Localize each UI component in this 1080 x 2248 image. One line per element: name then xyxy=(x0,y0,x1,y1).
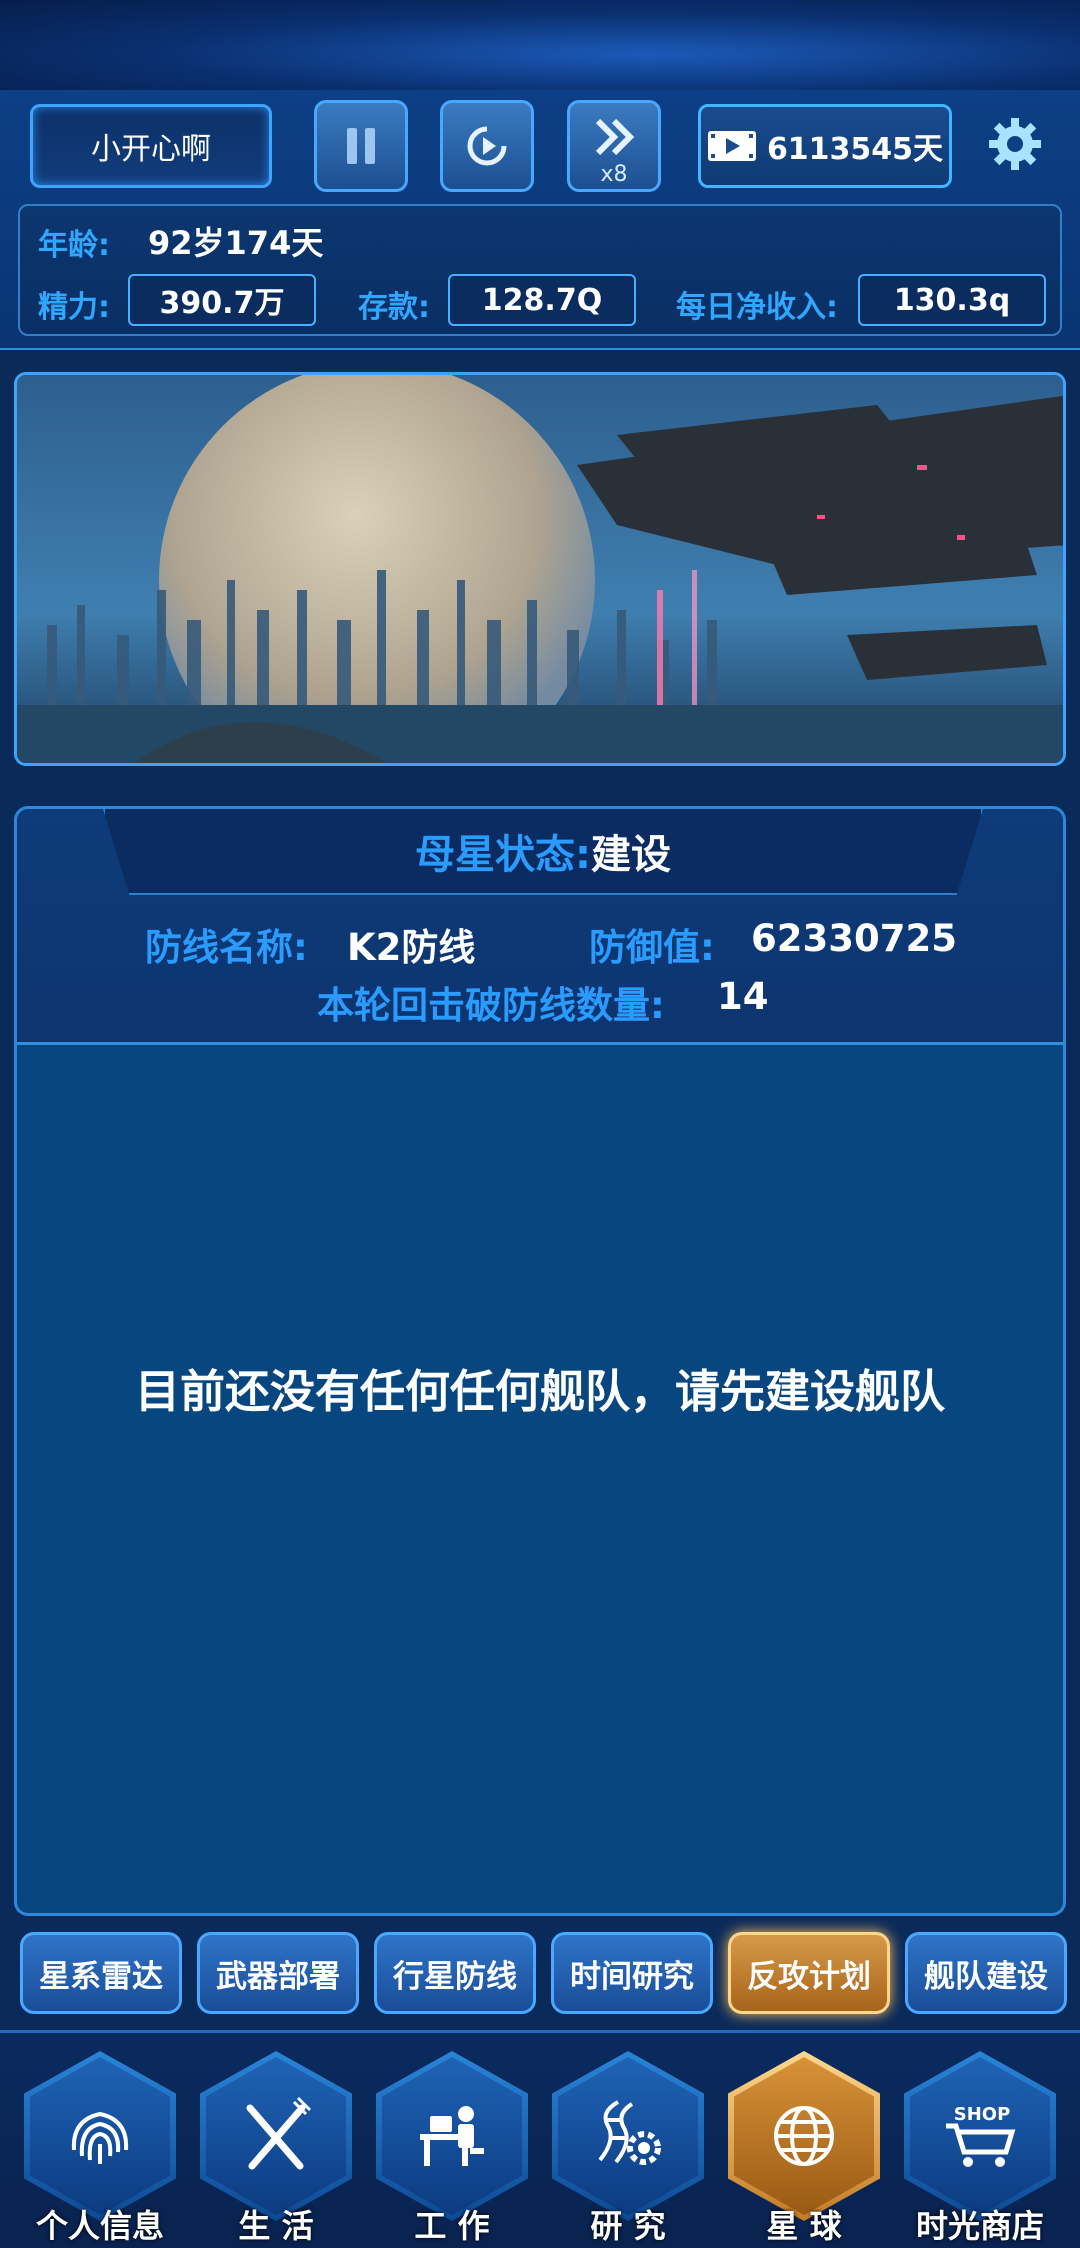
stats-panel: 年龄: 92岁174天 精力: 390.7万 存款: 128.7Q 每日净收入:… xyxy=(18,204,1062,336)
nav-label: 生 活 xyxy=(238,2207,314,2245)
fingerprint-icon xyxy=(71,2111,129,2164)
nav-personal-info[interactable]: 个人信息 xyxy=(14,2051,186,2248)
player-name: 小开心啊 xyxy=(91,132,211,167)
subtab-counterattack-plan[interactable]: 反攻计划 xyxy=(728,1932,890,2014)
days-counter[interactable]: 6113545天 xyxy=(698,104,952,188)
pause-button[interactable] xyxy=(314,100,408,192)
replay-button[interactable] xyxy=(440,100,534,192)
defense-name-value: K2防线 xyxy=(347,926,476,969)
defense-value-label: 防御值: xyxy=(589,926,715,969)
dna-gear-icon xyxy=(598,2100,661,2165)
nav-work[interactable]: 工 作 xyxy=(366,2051,538,2248)
fast-forward-button[interactable]: x8 xyxy=(567,100,661,192)
status-label: 母星状态: xyxy=(415,832,591,878)
shop-cart-icon: SHOP xyxy=(946,2104,1016,2167)
defense-value: 62330725 xyxy=(751,917,957,960)
mother-star-status: 母星状态: 建设 xyxy=(103,809,983,895)
fast-forward-icon xyxy=(595,118,635,156)
nav-label: 个人信息 xyxy=(35,2207,164,2245)
svg-text:SHOP: SHOP xyxy=(954,2104,1011,2125)
globe-icon xyxy=(774,2106,834,2166)
replay-icon xyxy=(467,126,507,166)
savings-label: 存款: xyxy=(358,290,430,325)
knife-fork-icon xyxy=(246,2096,312,2170)
planet-status-panel: 母星状态: 建设 防线名称: K2防线 防御值: 62330725 本轮回击破防… xyxy=(14,806,1066,1916)
planet-banner-image xyxy=(14,372,1066,766)
status-value: 建设 xyxy=(591,832,671,878)
panel-header: 母星状态: 建设 防线名称: K2防线 防御值: 62330725 本轮回击破防… xyxy=(17,809,1063,1045)
nav-life[interactable]: 生 活 xyxy=(190,2051,362,2248)
broken-lines-value: 14 xyxy=(717,975,769,1018)
income-value: 130.3q xyxy=(858,274,1046,326)
days-value: 6113545天 xyxy=(766,132,944,167)
gear-icon[interactable] xyxy=(985,114,1045,174)
player-name-box[interactable]: 小开心啊 xyxy=(30,104,272,188)
age-label: 年龄: xyxy=(38,228,110,263)
header: 小开心啊 x8 6113545天 年龄: 92岁174天 精力: 390.7万 … xyxy=(0,90,1080,350)
subtab-galaxy-radar[interactable]: 星系雷达 xyxy=(20,1932,182,2014)
age-value: 92岁174天 xyxy=(148,224,324,262)
broken-lines-label: 本轮回击破防线数量: xyxy=(317,984,665,1027)
video-icon xyxy=(707,131,756,161)
energy-label: 精力: xyxy=(38,290,110,325)
nav-planet[interactable]: 星 球 xyxy=(718,2051,890,2248)
empty-fleet-message: 目前还没有任何任何舰队，请先建设舰队 xyxy=(134,1365,945,1418)
subtab-fleet-build[interactable]: 舰队建设 xyxy=(905,1932,1067,2014)
income-label: 每日净收入: xyxy=(676,290,838,325)
nav-label: 星 球 xyxy=(766,2207,842,2245)
nav-time-shop[interactable]: SHOP 时光商店 xyxy=(894,2051,1066,2248)
nav-research[interactable]: 研 究 xyxy=(542,2051,714,2248)
subtab-time-research[interactable]: 时间研究 xyxy=(551,1932,713,2014)
nav-label: 研 究 xyxy=(590,2207,666,2245)
pause-icon xyxy=(347,128,375,164)
savings-value: 128.7Q xyxy=(448,274,636,326)
bottom-nav: 个人信息 生 活 工 作 研 究 星 球 SHOP 时光商店 xyxy=(0,2030,1080,2248)
nav-label: 工 作 xyxy=(414,2207,490,2245)
desk-worker-icon xyxy=(420,2106,484,2166)
sub-tab-bar: 星系雷达 武器部署 行星防线 时间研究 反攻计划 舰队建设 xyxy=(20,1932,1070,2018)
subtab-weapon-deploy[interactable]: 武器部署 xyxy=(197,1932,359,2014)
speed-multiplier: x8 xyxy=(600,162,628,187)
nav-label: 时光商店 xyxy=(915,2207,1044,2245)
status-bar-area xyxy=(0,0,1080,90)
subtab-planet-defense[interactable]: 行星防线 xyxy=(374,1932,536,2014)
defense-name-label: 防线名称: xyxy=(145,926,308,969)
energy-value: 390.7万 xyxy=(128,274,316,326)
